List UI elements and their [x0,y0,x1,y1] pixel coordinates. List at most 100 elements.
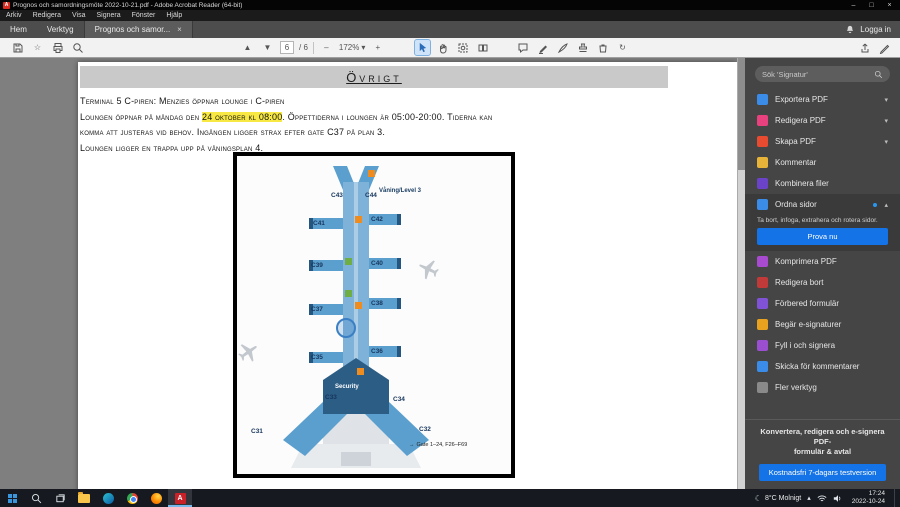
highlight-button[interactable] [535,40,550,55]
page-number-input[interactable]: 6 [280,41,294,54]
menu-redigera[interactable]: Redigera [33,12,61,19]
start-button[interactable] [0,489,24,507]
tab-bar: Hem Verktyg Prognos och samor... × Logga… [0,21,900,38]
page-display-button[interactable] [475,40,490,55]
gate-label-c31: C31 [251,428,263,435]
sign-pen-button[interactable] [555,40,570,55]
tool-export-pdf[interactable]: Exportera PDF ▾ [745,89,900,110]
acrobat-taskbar-button[interactable]: A [168,489,192,507]
wifi-icon [817,494,827,503]
gate-range-text: Gate 1–24, F26–F69 [417,442,468,448]
organize-pages-icon [757,199,768,210]
edge-button[interactable] [96,489,120,507]
volume-button[interactable] [833,494,843,503]
chrome-icon [127,493,138,504]
previous-page-button[interactable]: ▲ [240,40,255,55]
zoom-out-button[interactable]: – [319,40,334,55]
create-pdf-icon [757,136,768,147]
maximize-button[interactable]: □ [864,2,879,9]
toolbar-separator [313,42,314,54]
zoom-level-dropdown[interactable]: 172% ▾ [339,43,365,52]
comment-icon [757,157,768,168]
minimize-button[interactable]: – [846,2,861,9]
marquee-zoom-button[interactable] [455,40,470,55]
tool-fill-sign[interactable]: Fyll i och signera [745,335,900,356]
sign-in-area[interactable]: Logga in [845,24,900,35]
clock-widget[interactable]: 17:24 2022-10-24 [849,490,888,506]
menu-visa[interactable]: Visa [72,12,86,19]
free-trial-button[interactable]: Kostnadsfri 7-dagars testversion [759,464,886,481]
print-button[interactable] [50,40,65,55]
close-button[interactable]: × [882,2,897,9]
stamp-button[interactable] [575,40,590,55]
task-view-button[interactable] [48,489,72,507]
network-button[interactable] [817,494,827,503]
toolbar-file-group: ☆ [10,38,85,57]
taskbar-search-button[interactable] [24,489,48,507]
tool-edit-pdf[interactable]: Redigera PDF ▾ [745,110,900,131]
tab-close-icon[interactable]: × [177,25,182,34]
menu-fonster[interactable]: Fönster [132,12,156,19]
show-desktop-button[interactable] [894,489,898,507]
search-button[interactable] [70,40,85,55]
zoom-in-button[interactable]: + [370,40,385,55]
sidebar-search-box[interactable] [755,66,890,82]
tool-compress-pdf[interactable]: Komprimera PDF [745,251,900,272]
text-line-2-pre: Loungen öppnar på måndag den [80,112,202,122]
section-title: Övrigt [346,70,402,85]
new-feature-dot [873,203,877,207]
tab-tools[interactable]: Verktyg [37,21,84,38]
tool-list: Exportera PDF ▾ Redigera PDF ▾ Skapa PDF… [745,89,900,398]
vertical-scrollbar[interactable] [737,58,745,489]
menu-hjalp[interactable]: Hjälp [166,12,182,19]
save-button[interactable] [10,40,25,55]
select-tool-button[interactable] [415,40,430,55]
tool-combine-files[interactable]: Kombinera filer [745,173,900,194]
chevron-down-icon: ▾ [884,117,888,125]
taskbar: A ☾ 8°C Molnigt ▴ 17:24 2022-10-24 [0,489,900,507]
tool-request-signatures[interactable]: Begär e-signaturer [745,314,900,335]
share-button[interactable] [857,40,872,55]
hidden-icons-button[interactable]: ▴ [807,494,811,502]
favorites-star-button[interactable]: ☆ [30,40,45,55]
weather-widget[interactable]: ☾ 8°C Molnigt [755,494,801,503]
prepare-form-icon [757,298,768,309]
level-label: Våning/Level 3 [379,188,421,194]
tool-more-tools[interactable]: Fler verktyg [745,377,900,398]
refresh-button[interactable]: ↻ [615,40,630,55]
file-explorer-button[interactable] [72,489,96,507]
toolbar-annotate-group: ↻ [515,38,630,57]
gate-label-c38: C38 [371,300,383,307]
tool-prepare-form[interactable]: Förbered formulär [745,293,900,314]
menu-arkiv[interactable]: Arkiv [6,12,22,19]
organize-pages-description: Ta bort, infoga, extrahera och rotera si… [745,215,900,228]
next-page-button[interactable]: ▼ [260,40,275,55]
text-line-2-post: . Öppettiderna i loungen är 05:00-20:00.… [282,112,492,122]
tool-organize-pages[interactable]: Ordna sidor ▴ [745,194,900,215]
tool-redact[interactable]: Redigera bort [745,272,900,293]
highlighted-text: 24 oktober kl 08:00 [202,112,282,122]
delete-button[interactable] [595,40,610,55]
tool-comment[interactable]: Kommentar [745,152,900,173]
clock-time: 17:24 [852,490,885,498]
try-now-button[interactable]: Prova nu [757,228,888,245]
menu-signera[interactable]: Signera [96,12,120,19]
redact-icon [757,277,768,288]
fill-sign-button[interactable] [877,40,892,55]
scrollbar-thumb[interactable] [738,58,745,170]
tool-create-pdf[interactable]: Skapa PDF ▾ [745,131,900,152]
edit-pdf-icon [757,115,768,126]
tab-home[interactable]: Hem [0,21,37,38]
terminal-map-figure: C31 C32 C33 C34 C35 C36 C37 C38 C39 C40 … [233,152,515,478]
tab-document[interactable]: Prognos och samor... × [84,21,193,38]
tool-send-for-comments[interactable]: Skicka för kommentarer [745,356,900,377]
firefox-button[interactable] [144,489,168,507]
gate-label-c44: C44 [365,192,377,199]
comment-button[interactable] [515,40,530,55]
hand-tool-button[interactable] [435,40,450,55]
request-signatures-icon [757,319,768,330]
promo-line-2: formulär & avtal [753,447,892,457]
chrome-button[interactable] [120,489,144,507]
main-area: Övrigt Terminal 5 C-piren: Menzies öppna… [0,58,900,489]
sidebar-search-input[interactable] [762,70,870,79]
